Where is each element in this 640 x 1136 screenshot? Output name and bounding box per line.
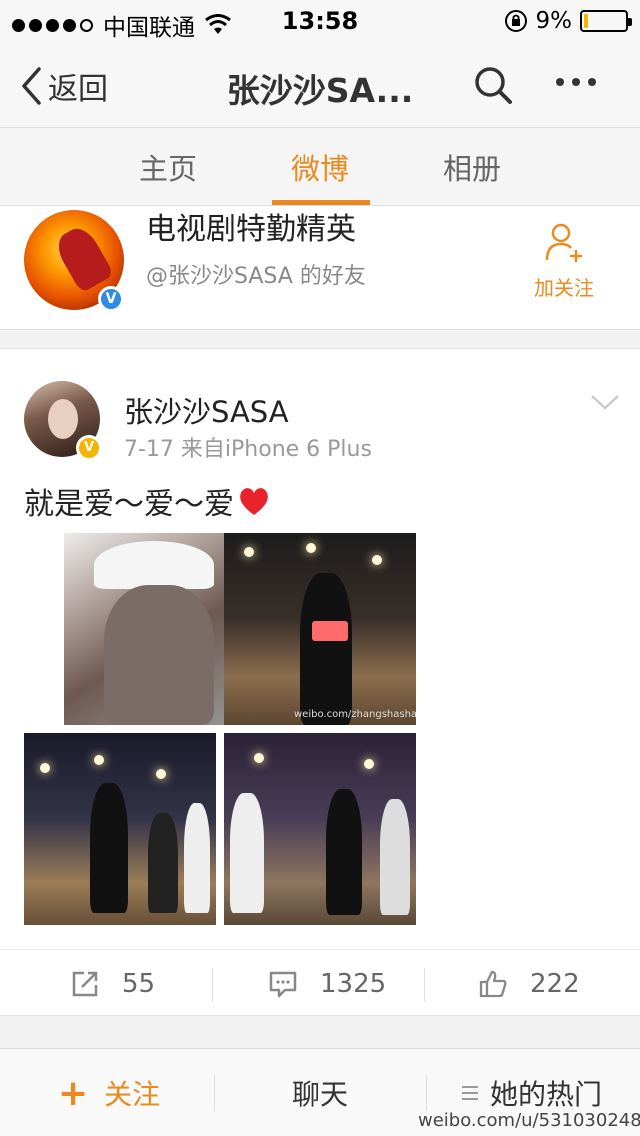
post-photo[interactable] (24, 733, 216, 925)
photo-caption: weibo.com/zhangshasha (294, 709, 416, 720)
search-icon[interactable] (472, 64, 514, 106)
back-label: 返回 (48, 72, 108, 107)
nav-bar: 返回 张沙沙SA... (0, 42, 640, 128)
chevron-left-icon (22, 67, 41, 105)
repost-icon (72, 971, 98, 997)
back-button[interactable]: 返回 (20, 64, 108, 108)
like-count: 222 (530, 969, 580, 999)
comment-icon (269, 971, 297, 998)
follow-label: 关注 (104, 1078, 161, 1111)
add-user-icon (545, 223, 582, 262)
like-button[interactable]: 222 (478, 950, 580, 1018)
more-options-icon[interactable] (556, 78, 596, 86)
verified-badge-icon: V (76, 435, 102, 461)
app: 中国联通 13:58 9% 返回 张沙沙SA... 主页 微博 相册 V 电视剧… (0, 0, 640, 1136)
recommended-user-card[interactable]: V 电视剧特勤精英 @张沙沙SASA 的好友 加关注 (0, 206, 640, 330)
verified-badge-icon: V (98, 286, 124, 312)
menu-icon (462, 1086, 478, 1100)
recommended-user-subtitle: @张沙沙SASA 的好友 (146, 264, 366, 289)
thumbs-up-icon (479, 970, 507, 998)
post-action-bar: 55 1325 222 (0, 949, 640, 1017)
status-bar: 中国联通 13:58 9% (0, 0, 640, 42)
watermark-text: weibo.com/u/5310302489 (418, 1110, 640, 1131)
tab-album[interactable]: 相册 (422, 146, 522, 188)
comment-button[interactable]: 1325 (268, 950, 386, 1018)
her-hot-label: 她的热门 (490, 1078, 603, 1111)
battery-percent: 9% (535, 8, 573, 34)
battery-icon (580, 10, 632, 32)
post-meta: 7-17 来自iPhone 6 Plus (124, 437, 372, 462)
page-title: 张沙沙SA... (226, 71, 414, 110)
add-follow-label: 加关注 (534, 276, 594, 300)
plus-icon: + (58, 1072, 89, 1114)
status-right: 9% (504, 8, 632, 34)
heart-icon (240, 488, 268, 515)
comment-count: 1325 (320, 969, 387, 999)
tab-weibo[interactable]: 微博 (270, 146, 370, 188)
follow-button[interactable]: + 关注 (58, 1049, 160, 1136)
repost-button[interactable]: 55 (70, 950, 155, 1018)
chevron-down-icon[interactable] (590, 393, 620, 411)
post-author[interactable]: 张沙沙SASA (124, 389, 289, 431)
chat-label: 聊天 (292, 1078, 349, 1111)
post-photo[interactable]: weibo.com/zhangshasha (224, 533, 416, 725)
recommended-user-name[interactable]: 电视剧特勤精英 (146, 204, 356, 248)
battery-fill (584, 14, 588, 28)
post-text-content: 就是爱～爱～爱 (24, 487, 234, 522)
rotation-lock-icon (504, 10, 527, 32)
repost-count: 55 (122, 969, 156, 999)
post-text: 就是爱～爱～爱 (24, 479, 272, 523)
post-photo[interactable] (224, 733, 416, 925)
profile-tab-bar: 主页 微博 相册 (0, 128, 640, 206)
chat-button[interactable]: 聊天 (292, 1049, 348, 1136)
post-card[interactable]: V 张沙沙SASA 7-17 来自iPhone 6 Plus 就是爱～爱～爱 w… (0, 348, 640, 1016)
add-follow-button[interactable]: 加关注 (530, 220, 598, 301)
tab-home[interactable]: 主页 (118, 146, 218, 188)
